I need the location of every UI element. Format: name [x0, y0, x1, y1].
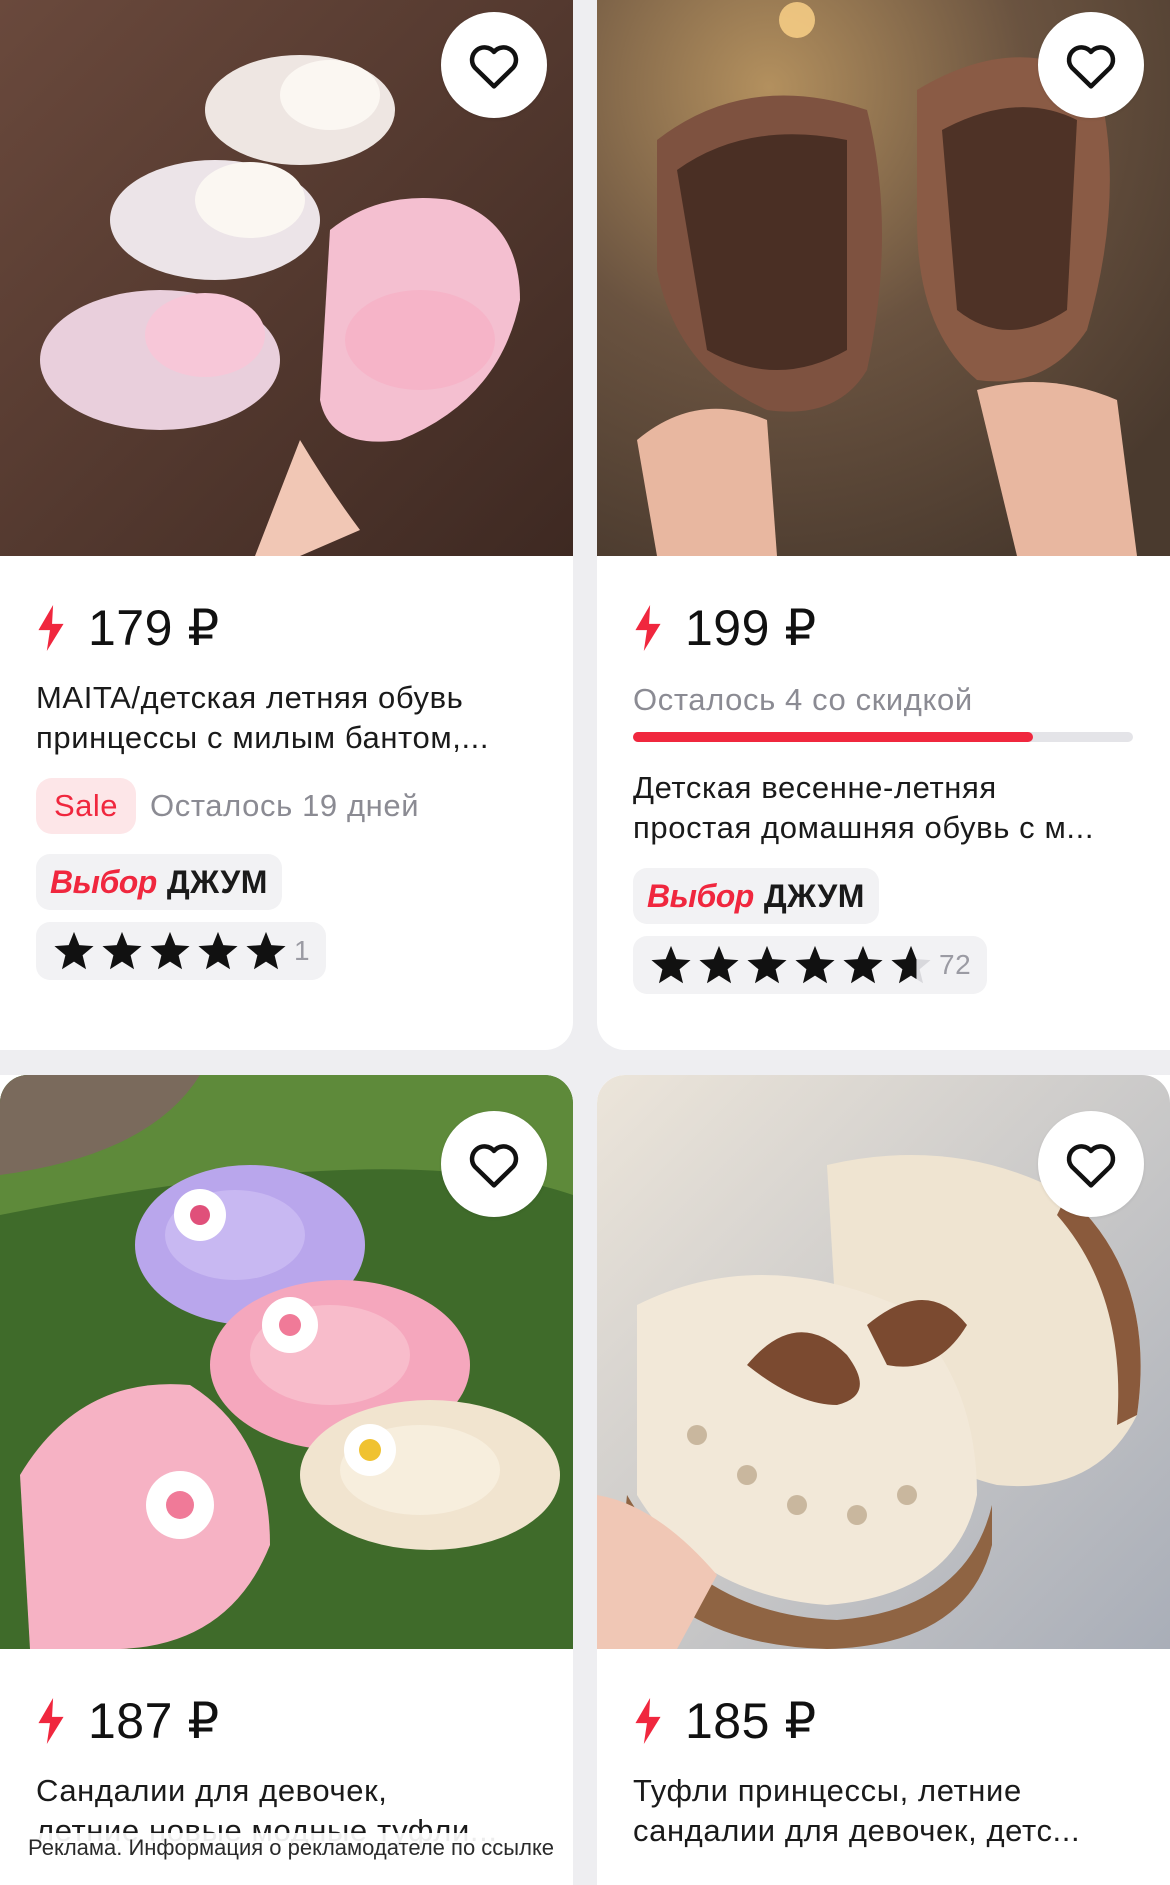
price-row: 185 ₽ — [633, 1693, 1140, 1749]
star-icon — [651, 945, 691, 984]
product-title-line: принцессы с милым бантом,... — [36, 720, 490, 755]
choice-badge: Выбор ДЖУМ — [36, 854, 282, 910]
rating-stars — [649, 944, 937, 986]
heart-icon — [1066, 1144, 1116, 1188]
stock-progress-bar — [633, 732, 1133, 742]
choice-badge-brand: ДЖУМ — [763, 877, 865, 914]
star-icon — [795, 945, 835, 984]
heart-icon — [1066, 45, 1116, 89]
add-to-favorites-button[interactable] — [441, 12, 547, 118]
product-title-line: сандалии для девочек, детс... — [633, 1813, 1081, 1848]
star-icon — [198, 931, 238, 970]
product-price: 179 ₽ — [88, 600, 220, 656]
star-half-icon — [891, 945, 931, 984]
sale-row: Sale Осталось 19 дней — [36, 778, 543, 834]
star-icon — [843, 945, 883, 984]
choice-badge: Выбор ДЖУМ — [633, 868, 879, 924]
product-title-line: Детская весенне-летняя — [633, 770, 997, 805]
star-icon — [246, 931, 286, 970]
star-icon — [102, 931, 142, 970]
product-info: 179 ₽ MAITA/детская летняя обувь принцес… — [36, 556, 543, 980]
product-price: 185 ₽ — [685, 1693, 817, 1749]
product-title-line: Туфли принцессы, летние — [633, 1773, 1022, 1808]
product-info: 199 ₽ Осталось 4 со скидкой Детская весе… — [633, 556, 1140, 994]
product-card[interactable]: 179 ₽ MAITA/детская летняя обувь принцес… — [0, 0, 573, 1050]
stock-progress-fill — [633, 732, 1033, 742]
lightning-icon — [38, 1698, 64, 1744]
product-title-line: Сандалии для девочек, — [36, 1773, 388, 1808]
lightning-icon — [635, 1698, 661, 1744]
rating-stars — [52, 930, 292, 972]
star-icon — [54, 931, 94, 970]
product-price: 199 ₽ — [685, 600, 817, 656]
price-row: 199 ₽ — [633, 600, 1140, 656]
add-to-favorites-button[interactable] — [1038, 1111, 1144, 1217]
rating-count: 72 — [939, 949, 972, 980]
product-card[interactable]: 199 ₽ Осталось 4 со скидкой Детская весе… — [597, 0, 1170, 1050]
price-row: 179 ₽ — [36, 600, 543, 656]
star-icon — [699, 945, 739, 984]
product-info: 185 ₽ Туфли принцессы, летние сандалии д… — [633, 1649, 1140, 1851]
star-icon — [150, 931, 190, 970]
choice-badge-brand: ДЖУМ — [166, 863, 268, 900]
rating-badge: 72 — [633, 936, 988, 994]
product-info: 187 ₽ Сандалии для девочек, летние новые… — [36, 1649, 543, 1851]
heart-icon — [469, 45, 519, 89]
days-left-label: Осталось 19 дней — [150, 788, 420, 823]
add-to-favorites-button[interactable] — [441, 1111, 547, 1217]
rating-count: 1 — [294, 935, 311, 966]
rating-badge: 1 — [36, 922, 327, 980]
lightning-icon — [38, 605, 64, 651]
lightning-icon — [635, 605, 661, 651]
product-title[interactable]: Туфли принцессы, летние сандалии для дев… — [633, 1771, 1140, 1851]
choice-badge-word: Выбор — [647, 877, 754, 914]
product-price: 187 ₽ — [88, 1693, 220, 1749]
product-card[interactable]: 185 ₽ Туфли принцессы, летние сандалии д… — [597, 1075, 1170, 1885]
sale-badge: Sale — [36, 778, 137, 834]
add-to-favorites-button[interactable] — [1038, 12, 1144, 118]
product-title-line: MAITA/детская летняя обувь — [36, 680, 464, 715]
product-title-line: простая домашняя обувь с м... — [633, 810, 1095, 845]
product-title[interactable]: MAITA/детская летняя обувь принцессы с м… — [36, 678, 543, 758]
price-row: 187 ₽ — [36, 1693, 543, 1749]
stock-remaining-label: Осталось 4 со скидкой — [633, 682, 973, 717]
ad-notice[interactable]: Реклама. Информация о рекламодателе по с… — [18, 1833, 565, 1863]
heart-icon — [469, 1144, 519, 1188]
product-title[interactable]: Детская весенне-летняя простая домашняя … — [633, 768, 1140, 848]
product-card[interactable]: 187 ₽ Сандалии для девочек, летние новые… — [0, 1075, 573, 1885]
star-icon — [747, 945, 787, 984]
choice-badge-word: Выбор — [50, 863, 157, 900]
